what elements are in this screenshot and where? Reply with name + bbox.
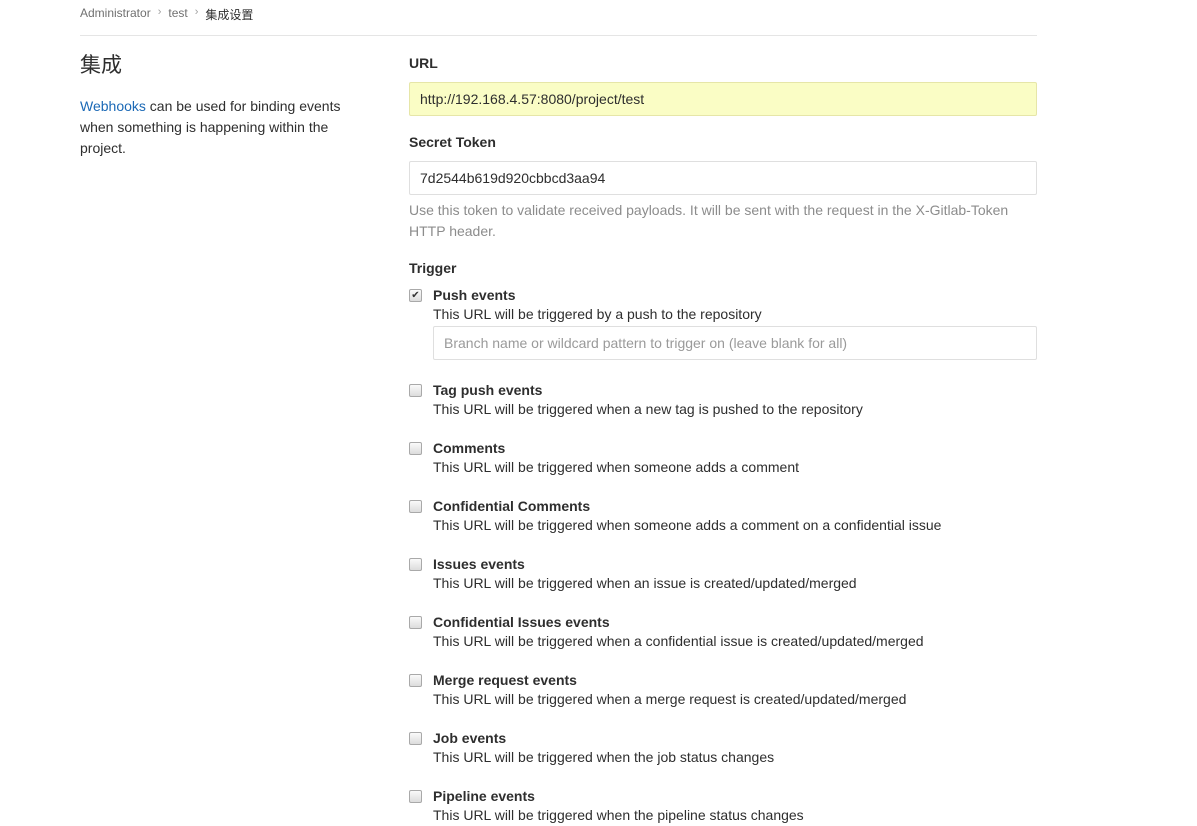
trigger-title: Pipeline events: [433, 788, 535, 804]
section-info: 集成 Webhooks can be used for binding even…: [80, 52, 365, 159]
breadcrumb-item-current[interactable]: 集成设置: [205, 6, 253, 23]
trigger-title: Confidential Issues events: [433, 614, 610, 630]
trigger-description: This URL will be triggered when the pipe…: [433, 807, 804, 823]
breadcrumb: Administrator › test › 集成设置: [80, 0, 1037, 36]
tag-push-events-checkbox[interactable]: [409, 384, 422, 397]
trigger-title: Job events: [433, 730, 507, 746]
trigger-merge-request-events[interactable]: Merge request events This URL will be tr…: [409, 671, 1037, 710]
trigger-issues-events[interactable]: Issues events This URL will be triggered…: [409, 555, 1037, 594]
confidential-comments-checkbox[interactable]: [409, 500, 422, 513]
trigger-list: ✔ Push events This URL will be triggered…: [409, 286, 1037, 826]
trigger-pipeline-events[interactable]: Pipeline events This URL will be trigger…: [409, 787, 1037, 826]
merge-request-events-checkbox[interactable]: [409, 674, 422, 687]
trigger-title: Merge request events: [433, 672, 577, 688]
trigger-description: This URL will be triggered when a confid…: [433, 633, 924, 649]
comments-checkbox[interactable]: [409, 442, 422, 455]
trigger-tag-push-events[interactable]: Tag push events This URL will be trigger…: [409, 381, 1037, 420]
trigger-title: Confidential Comments: [433, 498, 591, 514]
url-input[interactable]: [409, 82, 1037, 116]
secret-token-help: Use this token to validate received payl…: [409, 202, 1009, 239]
trigger-title: Issues events: [433, 556, 525, 572]
secret-token-input[interactable]: [409, 161, 1037, 195]
trigger-title: Push events: [433, 287, 516, 303]
trigger-description: This URL will be triggered when an issue…: [433, 575, 857, 591]
issues-events-checkbox[interactable]: [409, 558, 422, 571]
breadcrumb-item-administrator[interactable]: Administrator: [80, 6, 151, 20]
checkmark-icon: ✔: [411, 290, 420, 301]
breadcrumb-item-project[interactable]: test: [168, 6, 187, 20]
trigger-description: This URL will be triggered when a merge …: [433, 691, 907, 707]
page-title: 集成: [80, 54, 122, 77]
trigger-label: Trigger: [409, 260, 457, 276]
trigger-description: This URL will be triggered when a new ta…: [433, 401, 863, 417]
trigger-confidential-comments[interactable]: Confidential Comments This URL will be t…: [409, 497, 1037, 536]
trigger-description: This URL will be triggered by a push to …: [433, 306, 762, 322]
section-description: Webhooks can be used for binding events …: [80, 96, 365, 159]
trigger-comments[interactable]: Comments This URL will be triggered when…: [409, 439, 1037, 478]
confidential-issues-events-checkbox[interactable]: [409, 616, 422, 629]
chevron-right-icon: ›: [157, 6, 162, 18]
branch-filter-input[interactable]: [433, 326, 1037, 360]
trigger-job-events[interactable]: Job events This URL will be triggered wh…: [409, 729, 1037, 768]
trigger-confidential-issues-events[interactable]: Confidential Issues events This URL will…: [409, 613, 1037, 652]
trigger-title: Comments: [433, 440, 506, 456]
webhook-form: URL Secret Token Use this token to valid…: [409, 52, 1037, 826]
job-events-checkbox[interactable]: [409, 732, 422, 745]
trigger-description: This URL will be triggered when someone …: [433, 459, 799, 475]
chevron-right-icon: ›: [194, 6, 199, 18]
webhooks-link[interactable]: Webhooks: [80, 98, 146, 114]
trigger-description: This URL will be triggered when someone …: [433, 517, 942, 533]
pipeline-events-checkbox[interactable]: [409, 790, 422, 803]
url-label: URL: [409, 55, 438, 71]
secret-token-label: Secret Token: [409, 134, 496, 150]
push-events-checkbox[interactable]: ✔: [409, 289, 422, 302]
trigger-push-events[interactable]: ✔ Push events This URL will be triggered…: [409, 286, 1037, 360]
trigger-description: This URL will be triggered when the job …: [433, 749, 775, 765]
trigger-title: Tag push events: [433, 382, 543, 398]
